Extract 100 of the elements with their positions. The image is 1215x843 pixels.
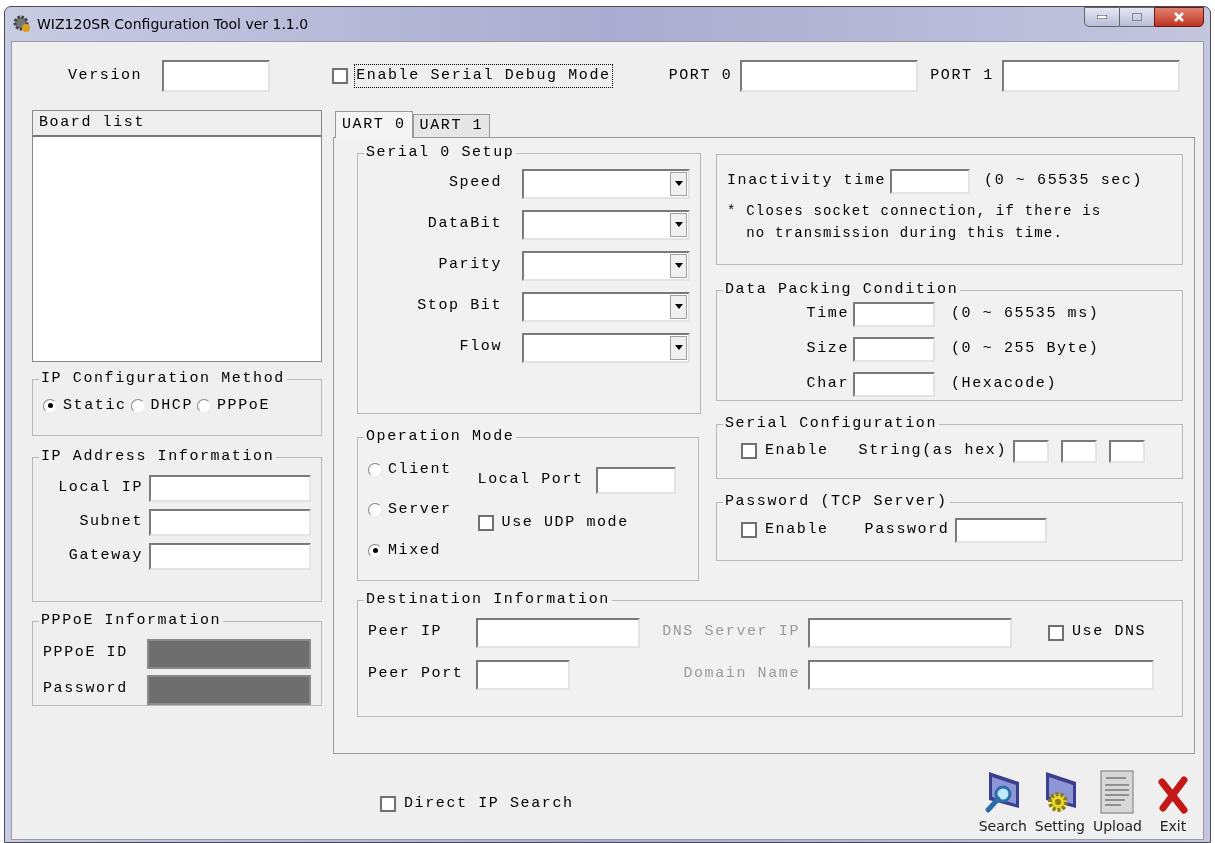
field-label: Password: [43, 679, 128, 700]
field-label: Peer Port: [368, 664, 465, 685]
radio-button[interactable]: [368, 503, 382, 518]
maximize-button[interactable]: [1120, 7, 1154, 27]
caret-icon: [674, 345, 683, 350]
group-title: Serial Configuration: [724, 414, 939, 434]
dropdown[interactable]: [522, 209, 690, 240]
group-title: IP Configuration Method: [40, 369, 286, 389]
list-header: Board list: [33, 111, 321, 137]
field-label: Password: [864, 519, 950, 540]
toolbar-button[interactable]: Setting: [1033, 770, 1086, 837]
text-field[interactable]: [476, 617, 640, 648]
group-title: Destination Information: [365, 590, 611, 610]
close-button[interactable]: [1154, 7, 1204, 27]
port-label: PORT 1: [930, 65, 994, 86]
caret-icon: [674, 222, 683, 227]
checkbox-label: Direct IP Search: [404, 793, 574, 814]
close-icon: [1173, 12, 1185, 22]
text-field[interactable]: [149, 474, 311, 502]
cross-icon: [1158, 774, 1188, 814]
group-title: Operation Mode: [365, 427, 516, 447]
text-field[interactable]: [1061, 439, 1098, 463]
note-text: no transmission during this time.: [745, 224, 1065, 243]
field-label: Peer IP: [368, 622, 444, 643]
text-field[interactable]: [853, 336, 935, 362]
minimize-button[interactable]: [1084, 7, 1120, 27]
checkbox[interactable]: [477, 514, 494, 531]
field-label: PPPoE ID: [43, 643, 128, 664]
dropdown[interactable]: [522, 291, 690, 322]
dropdown-arrow-button[interactable]: [670, 294, 687, 319]
radio-label: Static: [63, 395, 127, 416]
text-field[interactable]: [1109, 439, 1146, 463]
text-field[interactable]: [476, 659, 570, 690]
radio-button[interactable]: [368, 462, 382, 477]
field-label: Char: [805, 373, 849, 394]
range-hint: (Hexacode): [951, 373, 1057, 394]
toolbar-button[interactable]: Exit: [1149, 774, 1197, 837]
field-label: Local IP: [58, 477, 143, 498]
caret-icon: [674, 263, 683, 268]
text-field[interactable]: [853, 301, 935, 327]
toolbar-button[interactable]: Upload: [1091, 770, 1143, 837]
tab[interactable]: UART 1: [412, 114, 491, 137]
text-field[interactable]: [853, 371, 935, 397]
field-label: DNS Server IP: [661, 622, 800, 643]
caret-icon: [674, 181, 683, 186]
minimize-icon: [1097, 15, 1107, 19]
checkbox-label: Use DNS: [1072, 622, 1147, 643]
version-label: Version: [68, 65, 143, 86]
dropdown-arrow-button[interactable]: [670, 253, 687, 278]
range-hint: (0 ~ 255 Byte): [951, 338, 1100, 359]
text-field[interactable]: [740, 60, 919, 92]
field-label: Speed: [448, 173, 502, 194]
radio-button[interactable]: [197, 398, 211, 413]
text-field[interactable]: [1013, 439, 1050, 463]
gear-icon: [13, 15, 31, 33]
toolbar-button[interactable]: Search: [977, 770, 1028, 837]
checkbox-label: Enable: [765, 440, 829, 461]
text-field[interactable]: [1001, 60, 1180, 92]
radio-label: DHCP: [150, 395, 193, 416]
field-label: Local Port: [477, 469, 584, 490]
text-field[interactable]: [955, 517, 1048, 543]
dropdown[interactable]: [522, 332, 690, 363]
range-hint: (0 ~ 65535 sec): [984, 171, 1144, 192]
note-text: * Closes socket connection, if there is: [727, 202, 1103, 221]
field-label: Size: [805, 338, 849, 359]
radio-button[interactable]: [368, 543, 382, 558]
text-field[interactable]: [890, 169, 971, 194]
dropdown-arrow-button[interactable]: [670, 335, 687, 360]
text-field[interactable]: [149, 508, 311, 536]
field-label: DataBit: [426, 214, 502, 235]
dropdown[interactable]: [522, 250, 690, 281]
field-label: Flow: [458, 337, 502, 358]
group-title: Password (TCP Server): [724, 492, 949, 512]
checkbox-label: Enable Serial Debug Mode: [354, 63, 613, 89]
checkbox[interactable]: [332, 68, 349, 84]
tab[interactable]: UART 0: [335, 111, 413, 138]
text-field[interactable]: [595, 466, 676, 494]
radio-button[interactable]: [130, 398, 145, 413]
text-field[interactable]: [808, 617, 1012, 648]
field-label: Gateway: [68, 545, 143, 566]
checkbox[interactable]: [741, 443, 757, 459]
dropdown-arrow-button[interactable]: [670, 171, 687, 196]
text-field[interactable]: [162, 60, 271, 92]
radio-label: Client: [388, 459, 452, 480]
dropdown[interactable]: [522, 168, 690, 199]
port-label: PORT 0: [668, 65, 733, 86]
text-field[interactable]: [808, 659, 1154, 690]
checkbox[interactable]: [1048, 624, 1064, 641]
field-label: Parity: [437, 255, 502, 276]
radio-button[interactable]: [43, 398, 57, 413]
radio-label: PPPoE: [217, 395, 271, 416]
field-label: String(as hex): [858, 440, 1008, 461]
text-field[interactable]: [149, 542, 311, 570]
checkbox[interactable]: [741, 522, 757, 538]
checkbox[interactable]: [380, 795, 396, 812]
window-title: WIZ120SR Configuration Tool ver 1.1.0: [37, 14, 309, 34]
dropdown-arrow-button[interactable]: [670, 212, 687, 237]
radio-label: Server: [388, 500, 452, 520]
board-list[interactable]: Board list: [32, 110, 322, 362]
checkbox-label: Enable: [765, 519, 829, 540]
